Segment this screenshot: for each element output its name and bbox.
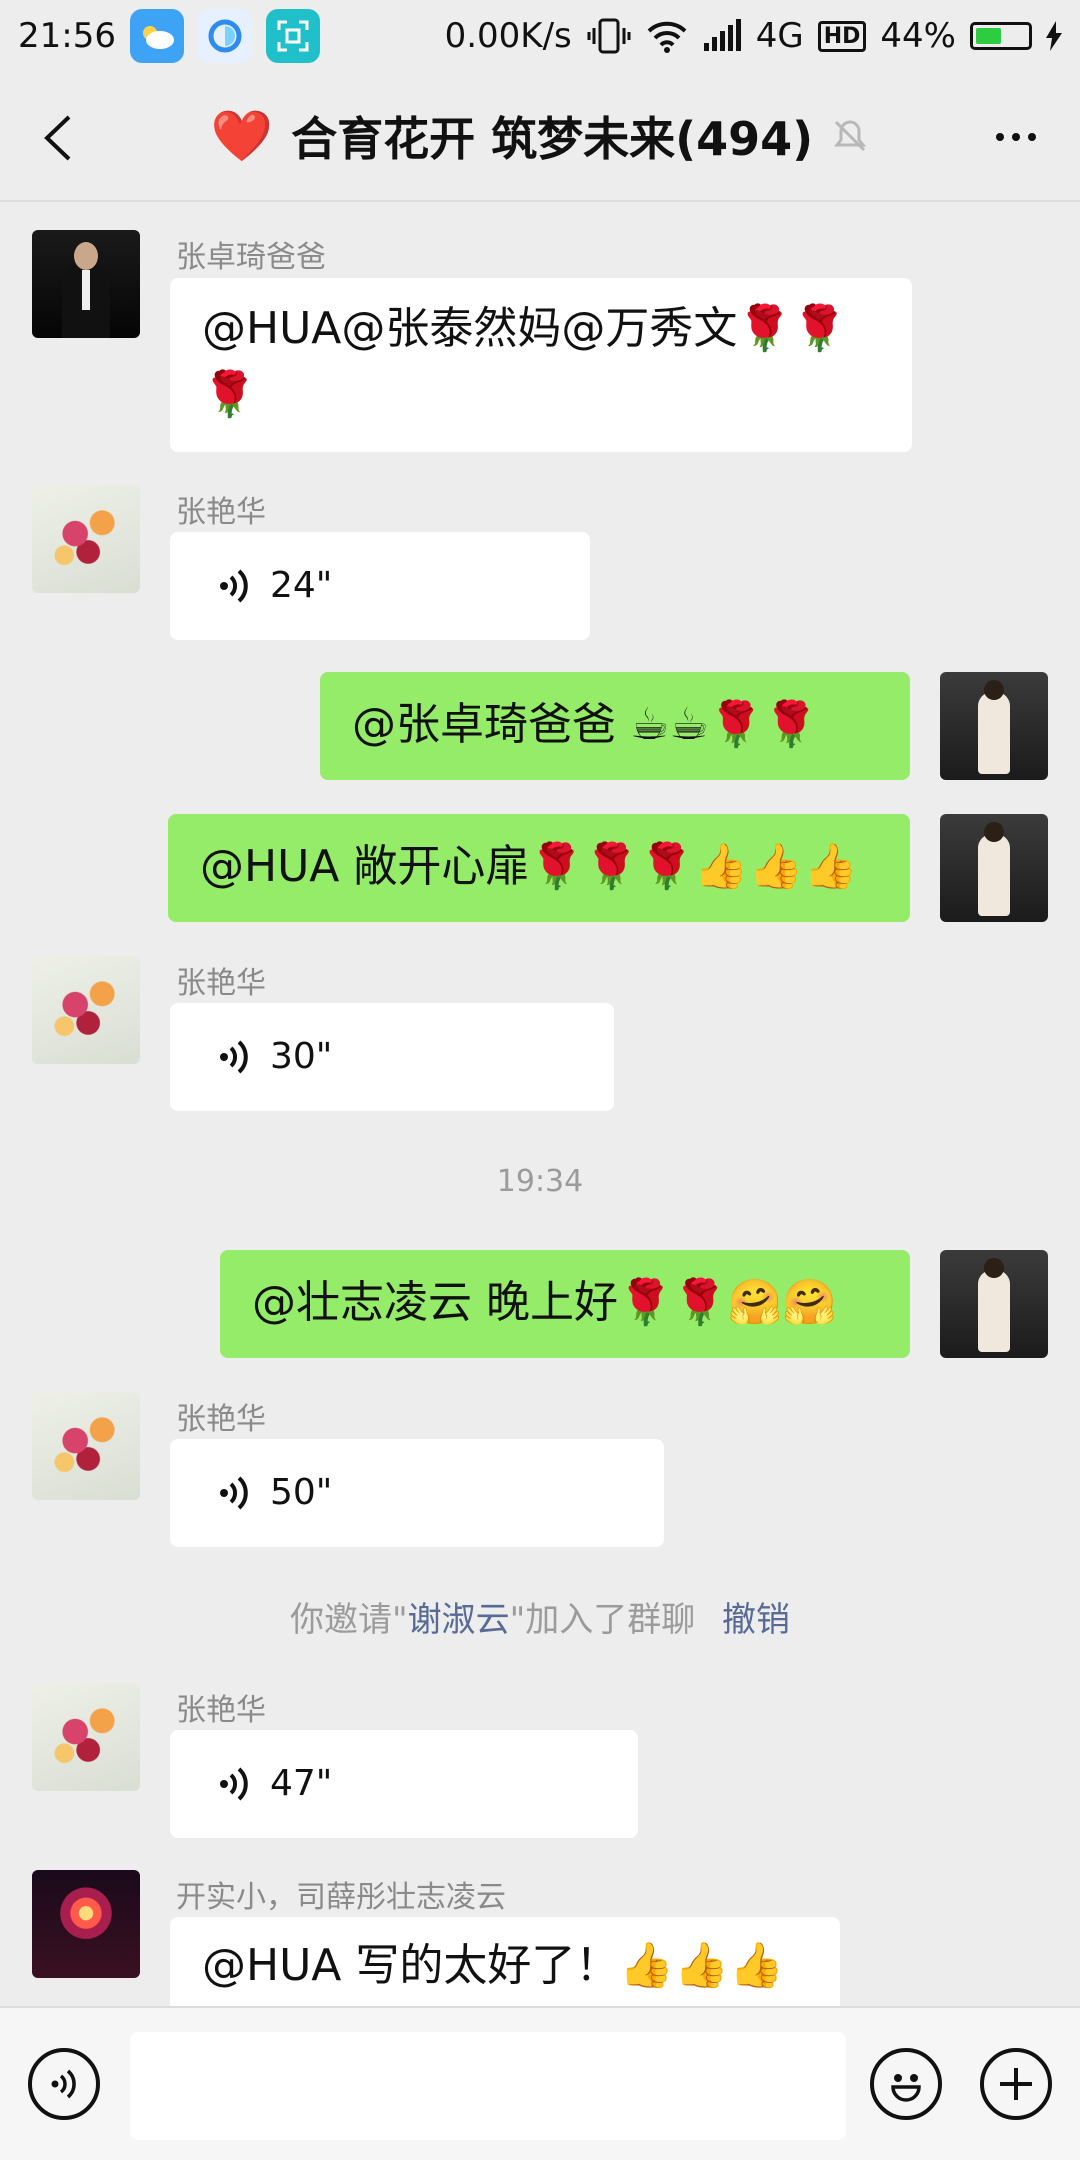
group-name: 合育花开 筑梦未来(494) bbox=[291, 112, 814, 166]
system-message: 你邀请"谢淑云"加入了群聊 撤销 bbox=[0, 1592, 1080, 1641]
voice-toggle-button[interactable] bbox=[28, 2048, 100, 2120]
voice-icon bbox=[220, 1040, 248, 1074]
avatar-figure bbox=[978, 1270, 1010, 1352]
avatar[interactable] bbox=[32, 1392, 140, 1500]
more-dot bbox=[1028, 133, 1036, 141]
avatar-shirt bbox=[82, 270, 90, 310]
voice-duration: 47" bbox=[270, 1763, 333, 1804]
voice-duration: 50" bbox=[270, 1472, 333, 1513]
voice-icon bbox=[220, 569, 248, 603]
message-bubble[interactable]: @张卓琦爸爸 ☕☕🌹🌹 bbox=[320, 672, 910, 780]
message-text: @壮志凌云 晚上好🌹🌹🤗🤗 bbox=[252, 1277, 838, 1328]
battery-percent: 44% bbox=[880, 16, 956, 56]
signal-icon bbox=[703, 19, 741, 51]
avatar[interactable] bbox=[32, 485, 140, 593]
time-divider: 19:34 bbox=[496, 1164, 584, 1199]
my-avatar[interactable] bbox=[940, 1250, 1048, 1358]
avatar[interactable] bbox=[32, 230, 140, 338]
input-bar bbox=[0, 2006, 1080, 2160]
voice-message[interactable]: 24" bbox=[170, 532, 590, 640]
avatar-face bbox=[984, 822, 1004, 842]
more-dot bbox=[1012, 133, 1020, 141]
my-avatar[interactable] bbox=[940, 672, 1048, 780]
plus-icon bbox=[1000, 2068, 1032, 2100]
sender-name: 张艳华 bbox=[176, 1693, 266, 1728]
sender-name: 张艳华 bbox=[176, 495, 266, 530]
message-bubble[interactable]: @HUA 写的太好了！👍👍👍 bbox=[170, 1917, 840, 2006]
message-text: @HUA@张泰然妈@万秀文🌹🌹 bbox=[202, 303, 847, 354]
message-bubble[interactable]: @HUA@张泰然妈@万秀文🌹🌹 🌹 bbox=[170, 278, 912, 452]
voice-duration: 30" bbox=[270, 1036, 333, 1077]
system-prefix: 你邀请" bbox=[289, 1600, 408, 1640]
voice-icon bbox=[51, 2069, 76, 2099]
avatar-face bbox=[74, 242, 98, 270]
message-text-line2: 🌹 bbox=[202, 369, 257, 420]
avatar[interactable] bbox=[32, 956, 140, 1064]
network-speed: 0.00K/s bbox=[444, 16, 572, 56]
avatar-face bbox=[984, 680, 1004, 700]
message-input[interactable] bbox=[130, 2032, 846, 2140]
voice-message[interactable]: 47" bbox=[170, 1730, 638, 1838]
sender-name: 开实小，司薛彤壮志凌云 bbox=[176, 1880, 506, 1915]
avatar-figure bbox=[978, 692, 1010, 774]
bell-off-icon bbox=[834, 120, 867, 152]
voice-icon bbox=[220, 1476, 248, 1510]
sender-name: 张艳华 bbox=[176, 966, 266, 1001]
my-avatar[interactable] bbox=[940, 814, 1048, 922]
battery-icon bbox=[970, 22, 1032, 50]
voice-duration: 24" bbox=[270, 565, 333, 606]
browser-app-icon bbox=[197, 9, 252, 63]
more-icon bbox=[996, 133, 1004, 141]
plus-button[interactable] bbox=[980, 2048, 1052, 2120]
message-bubble[interactable]: @壮志凌云 晚上好🌹🌹🤗🤗 bbox=[220, 1250, 910, 1358]
sender-name: 张卓琦爸爸 bbox=[176, 240, 326, 275]
message-text: @张卓琦爸爸 ☕☕🌹🌹 bbox=[352, 699, 819, 750]
heart-icon: ❤️ bbox=[210, 106, 274, 165]
emoji-button[interactable] bbox=[870, 2048, 942, 2120]
message-text: @HUA 敞开心扉🌹🌹🌹👍👍👍 bbox=[200, 841, 859, 892]
invited-user-link[interactable]: 谢淑云 bbox=[408, 1600, 510, 1640]
message-text: @HUA 写的太好了！👍👍👍 bbox=[202, 1940, 784, 1991]
avatar[interactable] bbox=[32, 1870, 140, 1978]
system-suffix: "加入了群聊 bbox=[509, 1600, 696, 1640]
revoke-link[interactable]: 撤销 bbox=[722, 1600, 790, 1640]
voice-message[interactable]: 50" bbox=[170, 1439, 664, 1547]
charging-icon bbox=[1046, 21, 1062, 51]
hd-badge: HD bbox=[817, 20, 867, 52]
wifi-icon bbox=[647, 21, 687, 53]
voice-message[interactable]: 30" bbox=[170, 1003, 614, 1111]
voice-icon bbox=[220, 1767, 248, 1801]
message-bubble[interactable]: @HUA 敞开心扉🌹🌹🌹👍👍👍 bbox=[168, 814, 910, 922]
sender-name: 张艳华 bbox=[176, 1402, 266, 1437]
chat-title: ❤️ 合育花开 筑梦未来(494) bbox=[0, 103, 1080, 169]
scan-app-icon bbox=[265, 9, 320, 63]
avatar[interactable] bbox=[32, 1683, 140, 1791]
network-type: 4G bbox=[755, 16, 804, 56]
emoji-icon bbox=[891, 2074, 921, 2102]
chat-header: ❤️ 合育花开 筑梦未来(494) bbox=[0, 72, 1080, 202]
avatar-face bbox=[984, 1258, 1004, 1278]
battery-fill bbox=[976, 28, 1001, 44]
weather-app-icon bbox=[129, 9, 184, 63]
vibrate-icon bbox=[587, 18, 631, 54]
avatar-figure bbox=[978, 834, 1010, 916]
status-time: 21:56 bbox=[18, 16, 116, 56]
status-bar: 21:56 0.00K/s 4G HD 44% bbox=[0, 0, 1080, 72]
more-button[interactable] bbox=[986, 112, 1046, 162]
